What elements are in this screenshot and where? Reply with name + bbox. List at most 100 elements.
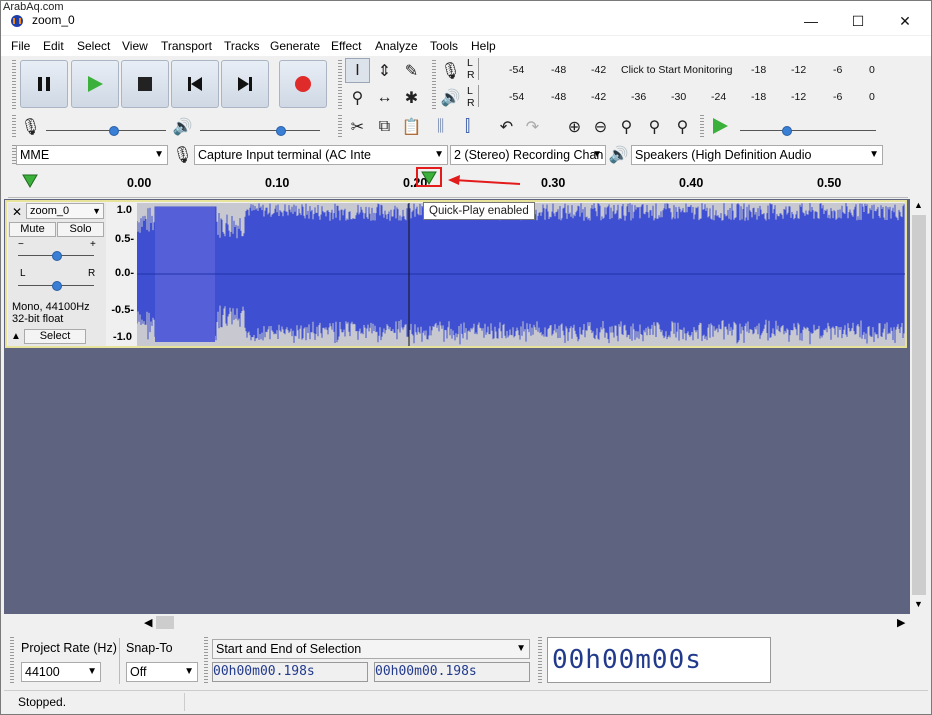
redo-icon[interactable]: ↷ [520, 114, 545, 139]
zoom-in-icon[interactable]: ⊕ [562, 114, 587, 139]
horizontal-scroll-thumb[interactable] [156, 616, 174, 629]
record-meter[interactable]: -54 -48 -42 Click to Start Monitoring -1… [478, 58, 881, 80]
track-name-menu[interactable]: zoom_0 ▼ [26, 203, 104, 219]
copy-icon[interactable]: ⧉ [372, 114, 397, 139]
toolbar-grip[interactable] [338, 60, 342, 110]
envelope-tool-icon[interactable]: ⇕ [372, 58, 397, 83]
stop-button[interactable] [121, 60, 169, 108]
play-meter-tick: -48 [551, 91, 567, 103]
project-rate-select[interactable]: 44100 ▼ [21, 662, 101, 682]
quick-play-head-icon[interactable] [421, 171, 437, 185]
vertical-scroll-thumb[interactable] [912, 215, 926, 595]
cut-icon[interactable]: ✂ [345, 114, 370, 139]
fit-project-icon[interactable]: ⚲ [642, 114, 667, 139]
toolbar-grip[interactable] [204, 637, 208, 683]
menu-generate[interactable]: Generate [270, 39, 320, 53]
menu-tools[interactable]: Tools [430, 39, 458, 53]
vertical-scrollbar[interactable]: ▲ ▼ [910, 199, 928, 614]
scroll-up-icon[interactable]: ▲ [914, 200, 923, 210]
skip-start-button[interactable] [171, 60, 219, 108]
menu-analyze[interactable]: Analyze [375, 39, 418, 53]
menu-effect[interactable]: Effect [331, 39, 361, 53]
playback-speed-thumb[interactable] [782, 126, 792, 136]
speaker-icon[interactable]: 🔊 [438, 85, 463, 110]
scroll-down-icon[interactable]: ▼ [914, 599, 923, 609]
play-button[interactable] [71, 60, 119, 108]
playback-volume-slider[interactable] [200, 130, 320, 131]
recording-channels-select[interactable]: 2 (Stereo) Recording Chan ▼ [450, 145, 606, 165]
draw-tool-icon[interactable]: ✎ [399, 58, 424, 83]
select-track-button[interactable]: Select [24, 329, 86, 344]
skip-end-button[interactable] [221, 60, 269, 108]
audio-position-value: 00h00m00s [552, 645, 702, 675]
playback-volume-thumb[interactable] [276, 126, 286, 136]
collapse-track-icon[interactable]: ▲ [11, 331, 21, 342]
recording-device-select[interactable]: Capture Input terminal (AC Inte ▼ [194, 145, 448, 165]
close-track-icon[interactable]: ✕ [12, 205, 22, 219]
maximize-button[interactable]: ☐ [835, 8, 881, 34]
audio-position-display[interactable]: 00h00m00s [547, 637, 771, 683]
play-meter-tick: -54 [509, 91, 525, 103]
menu-bar: File Edit Select View Transport Tracks G… [1, 36, 931, 56]
menu-help[interactable]: Help [471, 39, 496, 53]
toolbar-grip[interactable] [338, 115, 342, 139]
scroll-left-icon[interactable]: ◀ [144, 616, 152, 629]
toolbar-grip[interactable] [538, 637, 542, 683]
zoom-tool-icon[interactable]: ⚲ [345, 85, 370, 110]
menu-file[interactable]: File [11, 39, 30, 53]
toolbar-grip[interactable] [12, 115, 16, 139]
audio-host-select[interactable]: MME ▼ [16, 145, 168, 165]
menu-view[interactable]: View [122, 39, 148, 53]
playback-meter[interactable]: -54 -48 -42 -36 -30 -24 -18 -12 -6 0 [478, 85, 881, 107]
quick-play-indicator-icon[interactable] [22, 174, 38, 188]
play-at-speed-button[interactable] [711, 117, 729, 138]
minimize-button[interactable]: — [788, 8, 834, 34]
menu-select[interactable]: Select [77, 39, 110, 53]
horizontal-scrollbar[interactable]: ◀ ▶ [4, 614, 910, 631]
playback-device-select[interactable]: Speakers (High Definition Audio ▼ [631, 145, 883, 165]
menu-tracks[interactable]: Tracks [224, 39, 260, 53]
microphone-icon[interactable]: 🎙 [438, 58, 463, 83]
pause-button[interactable] [20, 60, 68, 108]
selection-mode-select[interactable]: Start and End of Selection ▼ [212, 639, 530, 659]
menu-edit[interactable]: Edit [43, 39, 64, 53]
trim-icon[interactable]: ⫼ [428, 114, 453, 139]
undo-icon[interactable]: ↶ [494, 114, 519, 139]
zoom-out-icon[interactable]: ⊖ [588, 114, 613, 139]
multi-tool-icon[interactable]: ✱ [399, 85, 424, 110]
pan-thumb[interactable] [52, 281, 62, 291]
project-rate-value: 44100 [25, 665, 60, 679]
selection-start-time[interactable]: 00h00m00.198s [212, 662, 368, 682]
microphone-icon: 🎙 [20, 118, 41, 136]
speaker-icon: 🔊 [608, 146, 629, 164]
silence-icon[interactable]: ⫿ [455, 114, 480, 139]
ruler-tick-label: 0.00 [127, 176, 152, 190]
close-button[interactable]: ✕ [882, 8, 928, 34]
toolbar-grip[interactable] [10, 637, 14, 683]
zoom-toggle-icon[interactable]: ⚲ [670, 114, 695, 139]
snap-to-select[interactable]: Off ▼ [126, 662, 198, 682]
recording-volume-slider[interactable] [46, 130, 166, 131]
playback-speed-slider[interactable] [740, 130, 876, 131]
amplitude-scale[interactable]: 1.0 0.5- 0.0- -0.5- -1.0 [106, 203, 136, 346]
record-meter-tick: -42 [591, 64, 607, 76]
fit-selection-icon[interactable]: ⚲ [614, 114, 639, 139]
toolbar-grip[interactable] [432, 60, 436, 110]
scroll-right-icon[interactable]: ▶ [897, 616, 905, 629]
toolbar-grip[interactable] [12, 60, 16, 110]
selection-end-time[interactable]: 00h00m00.198s [374, 662, 530, 682]
solo-button[interactable]: Solo [57, 222, 104, 237]
selection-tool-icon[interactable]: I [345, 58, 370, 83]
toolbar-grip[interactable] [700, 115, 704, 139]
waveform[interactable] [137, 203, 905, 346]
recording-volume-thumb[interactable] [109, 126, 119, 136]
paste-icon[interactable]: 📋 [399, 114, 424, 139]
timeshift-tool-icon[interactable]: ↔ [372, 85, 397, 110]
separator [119, 638, 120, 684]
record-button[interactable] [279, 60, 327, 108]
gain-thumb[interactable] [52, 251, 62, 261]
chevron-down-icon: ▼ [516, 643, 526, 654]
menu-transport[interactable]: Transport [161, 39, 212, 53]
mute-button[interactable]: Mute [9, 222, 56, 237]
start-monitoring-label[interactable]: Click to Start Monitoring [621, 64, 732, 76]
